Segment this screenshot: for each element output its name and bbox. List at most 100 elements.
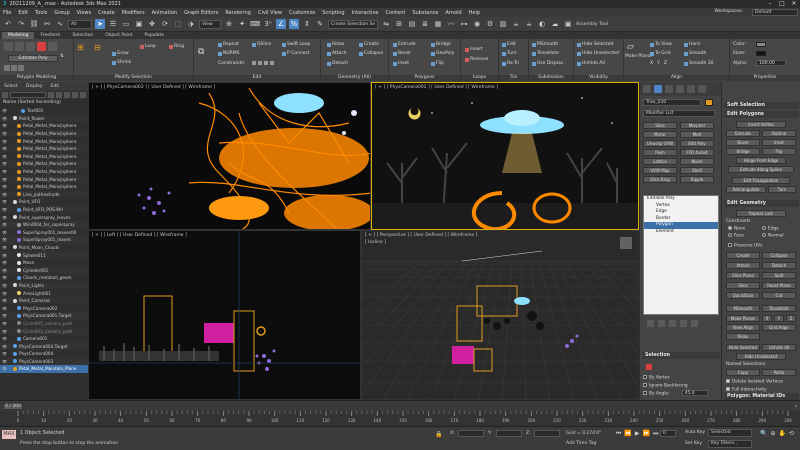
edit-tab[interactable]: Edit	[50, 84, 59, 89]
stack-item[interactable]: Element	[644, 229, 718, 236]
selection-rollout-header[interactable]: Selection	[642, 352, 720, 359]
visibility-eye-icon[interactable]: 👁	[2, 351, 7, 356]
by-angle-checkbox[interactable]: By Angle:	[643, 391, 670, 397]
zoom-icon[interactable]: 🔍	[760, 430, 767, 437]
unhide-all-button[interactable]: Unhide All	[762, 344, 796, 351]
viewport-physcamera003[interactable]: [ + ] [ PhysCamera003 ] [ User Defined ]…	[88, 82, 371, 230]
visibility-eye-icon[interactable]: 👁	[2, 336, 7, 341]
select-scale-icon[interactable]: ⬚	[173, 19, 183, 29]
undo-icon[interactable]: ↶	[3, 19, 13, 29]
render-cloud-icon[interactable]: ☁	[550, 19, 560, 29]
x-button[interactable]: X	[650, 61, 653, 66]
workspaces-dropdown[interactable]: Default	[752, 9, 798, 16]
edit-triangulation-button[interactable]: Edit Triangulation	[732, 177, 790, 184]
current-frame-input[interactable]: 0	[660, 430, 676, 437]
retri-button[interactable]: Re-Tri	[502, 61, 519, 66]
make-planar-icon[interactable]: ▱	[627, 42, 634, 52]
scene-list-item[interactable]: 👁 Circle005_camera_path	[0, 320, 88, 328]
select-move-icon[interactable]: ✥	[147, 19, 157, 29]
y-coord-input[interactable]	[496, 430, 522, 437]
show-end-result-icon[interactable]	[658, 319, 665, 327]
maximize-button[interactable]: □	[776, 0, 788, 8]
alpha-input[interactable]: 100.00	[756, 60, 786, 66]
border-mode-icon[interactable]	[26, 42, 35, 51]
menu-tools[interactable]: Tools	[35, 10, 47, 16]
edit-polygon-button[interactable]: Bridge	[726, 148, 760, 155]
scene-list-item[interactable]: 👁 PhysCamera002	[0, 304, 88, 312]
inset-button[interactable]: Inset	[393, 61, 409, 66]
redo-icon[interactable]: ↷	[16, 19, 26, 29]
visibility-eye-icon[interactable]: 👁	[2, 154, 7, 159]
render-arnold-icon[interactable]: ◐	[537, 19, 547, 29]
make-planar-button[interactable]: Make Planar	[625, 54, 652, 59]
edit-geometry-button[interactable]: Collapse	[762, 252, 796, 259]
go-to-start-icon[interactable]: ⏮	[616, 430, 621, 438]
repeat-last-button[interactable]: Repeat Last	[736, 210, 786, 217]
pin-stack-icon[interactable]	[647, 319, 654, 327]
toggle-scene-explorer-icon[interactable]: ▤	[407, 19, 417, 29]
preserve-uvs-checkbox[interactable]: Preserve UVs	[728, 243, 762, 249]
track-bar[interactable]: 0 10 20 30 40 50 60 70 80 90 100 110 120 130 140 150 160…	[0, 411, 800, 426]
ribbon-tab-freeform[interactable]: Freeform	[34, 32, 66, 39]
visibility-eye-icon[interactable]: 👁	[2, 116, 7, 121]
create-tab-icon[interactable]	[643, 85, 651, 93]
placement-icon[interactable]: ⬗	[186, 19, 196, 29]
edit-polygon-button[interactable]: Extrude	[726, 130, 760, 137]
snaps-toggle-icon[interactable]: 3ⁿ	[263, 19, 273, 29]
scene-list-item[interactable]: 👁 Petal_Metal_Manu[sphere	[0, 175, 88, 183]
edit-geometry-button[interactable]: Slice Plane	[726, 272, 760, 279]
x-button[interactable]: X	[762, 315, 772, 322]
visibility-eye-icon[interactable]: 👁	[2, 275, 7, 280]
bind-spacewarp-icon[interactable]: ∿	[55, 19, 65, 29]
auto-key-button[interactable]: Auto Key	[685, 430, 705, 435]
element-mode-icon[interactable]	[48, 42, 57, 51]
find-input[interactable]	[10, 91, 46, 98]
ribbon-tab-modeling[interactable]: Modeling	[2, 32, 35, 39]
schematic-view-icon[interactable]: ⊶	[459, 19, 469, 29]
rendered-frame-icon[interactable]: ▨	[498, 19, 508, 29]
menu-help[interactable]: Help	[469, 10, 480, 16]
prev-frame-icon[interactable]: ⏪	[624, 430, 631, 438]
smooth-button[interactable]: Smooth	[684, 51, 706, 56]
swift-loop-button[interactable]: Swift Loop	[282, 42, 310, 47]
scene-list-item[interactable]: 👁 AreaLight001	[0, 289, 88, 297]
constraint-none-icon[interactable]	[252, 61, 256, 65]
viewport-label[interactable]: [ + ] [ Perspective ] [ User Defined ] […	[365, 233, 477, 238]
mirror-icon[interactable]: ⇋	[381, 19, 391, 29]
ribbon-tab-selection[interactable]: Selection	[67, 32, 100, 39]
modifier-button[interactable]: FFD 4x4x4	[680, 149, 714, 156]
visibility-eye-icon[interactable]: 👁	[2, 108, 7, 113]
modifier-button[interactable]: Edit Poly	[680, 140, 714, 147]
time-slider[interactable]: 0 / 300 ›	[0, 400, 800, 411]
modifier-button[interactable]: Mirror	[643, 131, 677, 138]
viewport-physcamera002[interactable]: [ + ] [ PhysCamera002 ] [ User Defined ]…	[371, 82, 639, 230]
viewport-label[interactable]: [ + ] [ Left ] [ User Defined ] [ Wirefr…	[92, 233, 187, 238]
scene-list-item[interactable]: 👁 Sphere011	[0, 251, 88, 259]
visibility-eye-icon[interactable]: 👁	[2, 184, 7, 189]
constraint-edge-radio[interactable]: Edge	[762, 226, 779, 232]
constraint-face-icon[interactable]	[264, 61, 268, 65]
scene-list-item[interactable]: 👁 Petal_Metal_Mandala_Plane	[0, 365, 88, 373]
scene-list-item[interactable]: 👁 Petal_Metal_Manu[sphere	[0, 168, 88, 176]
menu-modifiers[interactable]: Modifiers	[122, 10, 145, 16]
by-vertex-checkbox[interactable]: By Vertex	[643, 375, 670, 381]
set-key-button[interactable]: Set Key	[685, 441, 702, 446]
scene-column-header[interactable]: Name (Sorted Ascending)	[0, 99, 88, 107]
menu-substance[interactable]: Substance	[412, 10, 438, 16]
menu-customize[interactable]: Customize	[289, 10, 315, 16]
next-frame-icon[interactable]: ⏩	[643, 430, 650, 438]
visibility-eye-icon[interactable]: 👁	[2, 139, 7, 144]
remove-modifier-icon[interactable]	[680, 319, 687, 327]
tessellate-button[interactable]: Tessellate	[762, 305, 796, 312]
visibility-eye-icon[interactable]: 👁	[2, 291, 7, 296]
scene-list-item[interactable]: 👁 Point_UFO_POS.Wrl	[0, 205, 88, 214]
edit-geometry-button[interactable]: Reset Plane	[762, 282, 796, 289]
delete-isolated-checkbox[interactable]: Delete Isolated Vertices	[726, 379, 783, 385]
constraint-normal-radio[interactable]: Normal	[762, 233, 784, 239]
lock-selection-icon[interactable]: 🔒	[435, 431, 442, 438]
modifier-button[interactable]: Ripple	[680, 176, 714, 183]
modify-tab-icon[interactable]	[654, 85, 662, 93]
menu-edit[interactable]: Edit	[18, 10, 28, 16]
utilities-tab-icon[interactable]	[698, 85, 706, 93]
curve-editor-icon[interactable]: 〰	[446, 19, 456, 29]
